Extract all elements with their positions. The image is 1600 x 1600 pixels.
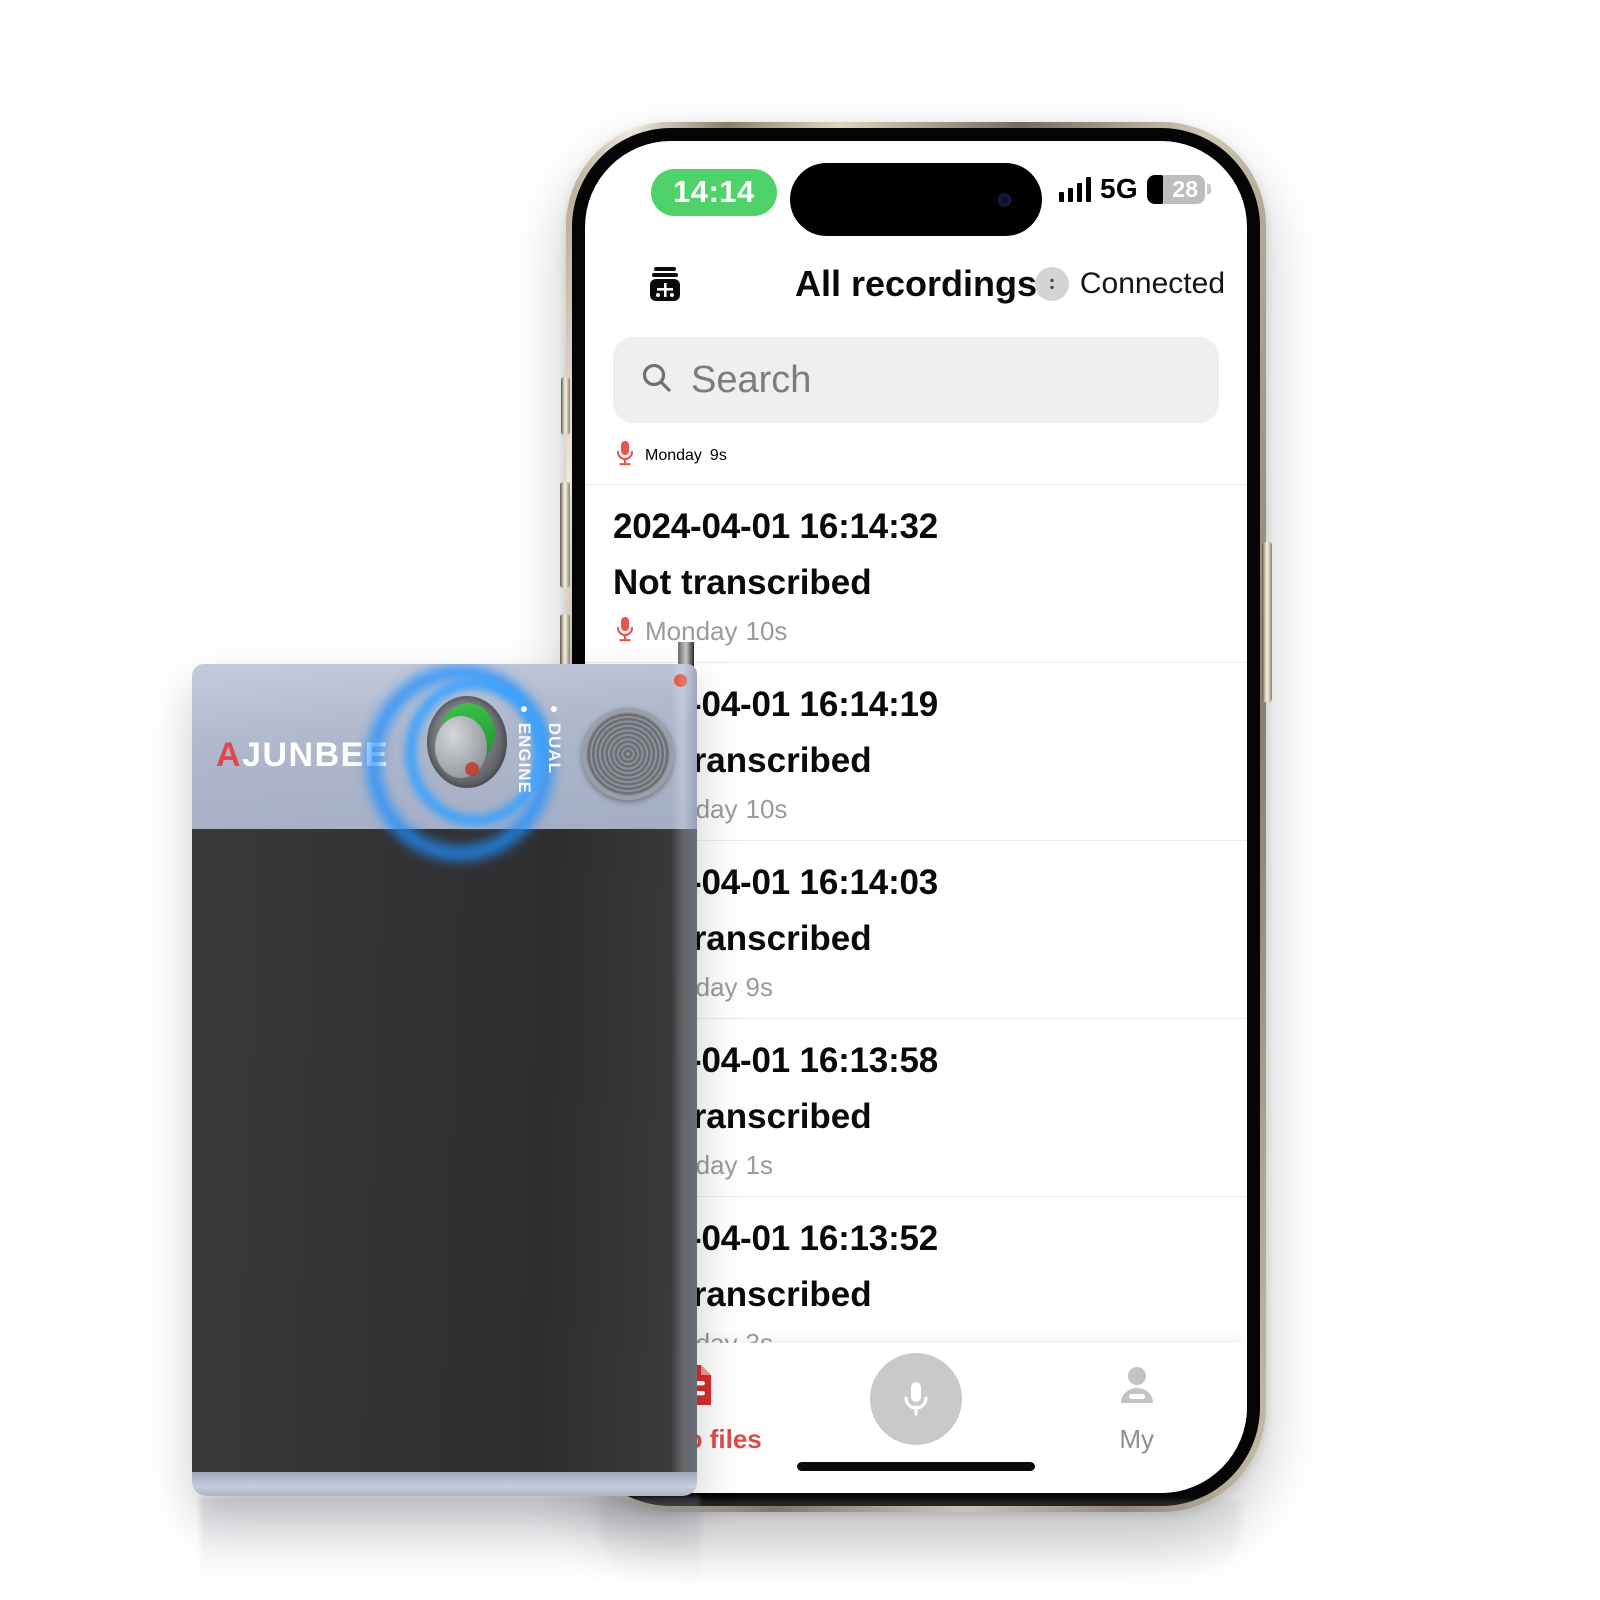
recording-title: 2024-04-01 16:14:19 (613, 685, 939, 724)
recording-duration: 10s (745, 794, 788, 824)
battery-icon: 28 (1147, 174, 1211, 204)
list-item[interactable]: 2024-04-01 16:14:32 Not transcribed (613, 485, 1219, 607)
cellular-signal-icon (1058, 176, 1092, 202)
tab-record-button[interactable] (806, 1343, 1027, 1445)
page-title: All recordings (794, 263, 1038, 304)
list-item[interactable]: 2024-04-01 16:14:03 Not transcribed (613, 841, 1219, 963)
microphone-icon (613, 615, 637, 648)
tab-my[interactable]: My (1026, 1343, 1247, 1455)
battery-cap (1207, 183, 1211, 195)
volume-up-button[interactable] (560, 482, 570, 588)
screenshot-canvas: 14:14 5G 28 All recordings Connected Sea… (0, 0, 1600, 1600)
recording-day: Monday (645, 446, 702, 464)
power-button[interactable] (1262, 542, 1272, 702)
recording-transcription-status: Not transcribed (613, 1275, 872, 1314)
network-type-label: 5G (1100, 173, 1138, 204)
list-item-meta: Monday10s (613, 607, 1219, 662)
status-time: 14:14 (651, 169, 777, 216)
device-front-panel (192, 829, 697, 1474)
recording-title: 2024-04-01 16:14:32 (613, 507, 939, 546)
list-item[interactable]: 2024-04-01 16:13:58 Not transcribed (613, 1019, 1219, 1141)
app-nav-bar: All recordings Connected (585, 245, 1247, 323)
device-base (192, 1472, 697, 1496)
indicator-ball (435, 716, 487, 778)
indicator-socket (427, 696, 507, 788)
microphone-icon[interactable] (870, 1353, 962, 1445)
device-top-panel: AJUNBEE ● ENGINE ● DUAL (192, 664, 697, 860)
table-row[interactable]: 2024-04-01 16:14:32 Not transcribed Monday… (585, 485, 1247, 662)
search-icon (639, 360, 675, 401)
device-hub-icon[interactable] (641, 260, 689, 308)
status-bar: 14:14 5G 28 (585, 141, 1247, 245)
dynamic-island (790, 163, 1042, 236)
search-container: Search (585, 323, 1247, 423)
device-dot-icon (1034, 267, 1069, 301)
list-item[interactable]: 2024-04-01 16:14:19 Not transcribed (613, 663, 1219, 785)
recording-duration: 9s (709, 446, 727, 464)
recording-title: 2024-04-01 16:13:58 (613, 1041, 939, 1080)
list-item-meta: Monday1s (613, 1141, 1219, 1196)
connection-status[interactable]: Connected (1034, 267, 1225, 301)
recording-duration: 9s (745, 972, 773, 1002)
home-indicator (797, 1462, 1035, 1471)
list-item-meta-partial: Monday 9s (585, 429, 1247, 484)
device-reflection (200, 1496, 700, 1596)
front-camera-icon (998, 193, 1011, 206)
person-icon (1111, 1359, 1163, 1416)
voice-recorder-device: AJUNBEE ● ENGINE ● DUAL (192, 642, 697, 1496)
recording-transcription-status: Not transcribed (613, 919, 872, 958)
mute-switch-button[interactable] (561, 377, 570, 435)
tab-my-label: My (1119, 1424, 1155, 1454)
status-badge: Connected (1079, 267, 1225, 300)
search-placeholder: Search (691, 358, 812, 401)
recording-transcription-status: Not transcribed (613, 563, 872, 602)
list-item[interactable]: 2024-04-01 16:13:52 Not transcribed (613, 1197, 1219, 1319)
status-indicators: 5G 28 (1058, 173, 1211, 205)
device-record-button[interactable] (582, 708, 674, 800)
recording-title: 2024-04-01 16:13:52 (613, 1219, 939, 1258)
battery-percent: 28 (1172, 175, 1198, 202)
recording-transcription-status: Not transcribed (613, 741, 872, 780)
recording-title: 2024-04-01 16:14:03 (613, 863, 939, 902)
device-body: AJUNBEE ● ENGINE ● DUAL (192, 664, 697, 1496)
brand-accent: A (216, 736, 243, 774)
recording-duration: 10s (745, 616, 788, 646)
red-status-led (465, 762, 479, 776)
device-right-edge (671, 664, 697, 1496)
battery-fill (1147, 174, 1164, 204)
list-item-meta: Monday10s (613, 785, 1219, 840)
device-label-dual: ● DUAL (545, 700, 564, 774)
list-item-meta: Monday9s (613, 963, 1219, 1018)
recording-transcription-status: Not transcribed (613, 1097, 872, 1136)
search-input[interactable]: Search (613, 337, 1219, 423)
recording-duration: 1s (745, 1150, 773, 1180)
device-label-engine: ● ENGINE (515, 700, 534, 794)
microphone-icon (613, 439, 637, 472)
device-brand-logo: AJUNBEE (216, 736, 389, 775)
